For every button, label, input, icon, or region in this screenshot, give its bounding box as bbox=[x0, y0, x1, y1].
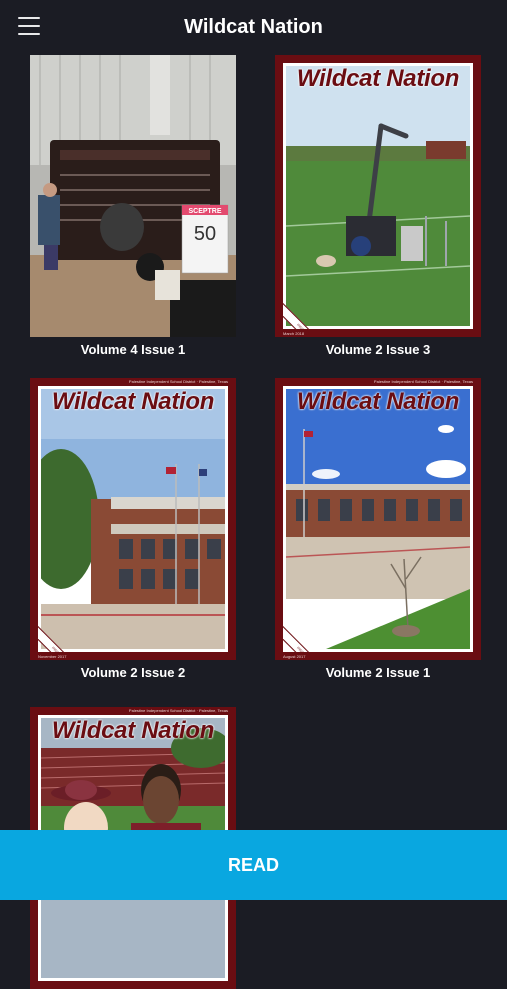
cover-masthead: Wildcat Nation bbox=[296, 65, 460, 92]
cover-date: November 2017 bbox=[38, 654, 67, 659]
issue-title: Volume 2 Issue 1 bbox=[325, 665, 431, 680]
issue-cover-image[interactable]: SCEPTRE 50 bbox=[30, 55, 236, 337]
cover-masthead: Wildcat Nation bbox=[51, 717, 215, 744]
sign-brand: SCEPTRE bbox=[188, 208, 221, 215]
app-title: Wildcat Nation bbox=[184, 16, 323, 38]
cover-masthead: Wildcat Nation bbox=[296, 388, 460, 415]
sign-number: 50 bbox=[194, 223, 216, 245]
issue-title: Volume 2 Issue 2 bbox=[80, 665, 186, 680]
issue-cover-image[interactable]: Wildcat Nation PISD wildcatnation March … bbox=[275, 55, 481, 337]
cover-masthead: Wildcat Nation bbox=[51, 388, 215, 415]
cover-topline: Palestine Independent School District · … bbox=[373, 379, 473, 384]
cover-date: August 2017 bbox=[283, 654, 306, 659]
issue-title: Volume 4 Issue 1 bbox=[80, 342, 186, 357]
cover-topline: Palestine Independent School District · … bbox=[128, 379, 228, 384]
issue-title: Volume 2 Issue 3 bbox=[325, 342, 431, 357]
read-button[interactable]: READ bbox=[0, 830, 507, 900]
cover-date: March 2018 bbox=[283, 331, 305, 336]
cover-topline: Palestine Independent School District · … bbox=[128, 708, 228, 713]
issue-cover-image[interactable]: Palestine Independent School District · … bbox=[30, 378, 236, 660]
issue-cover-image[interactable]: Palestine Independent School District · … bbox=[275, 378, 481, 660]
top-app-bar: Wildcat Nation bbox=[0, 0, 507, 54]
